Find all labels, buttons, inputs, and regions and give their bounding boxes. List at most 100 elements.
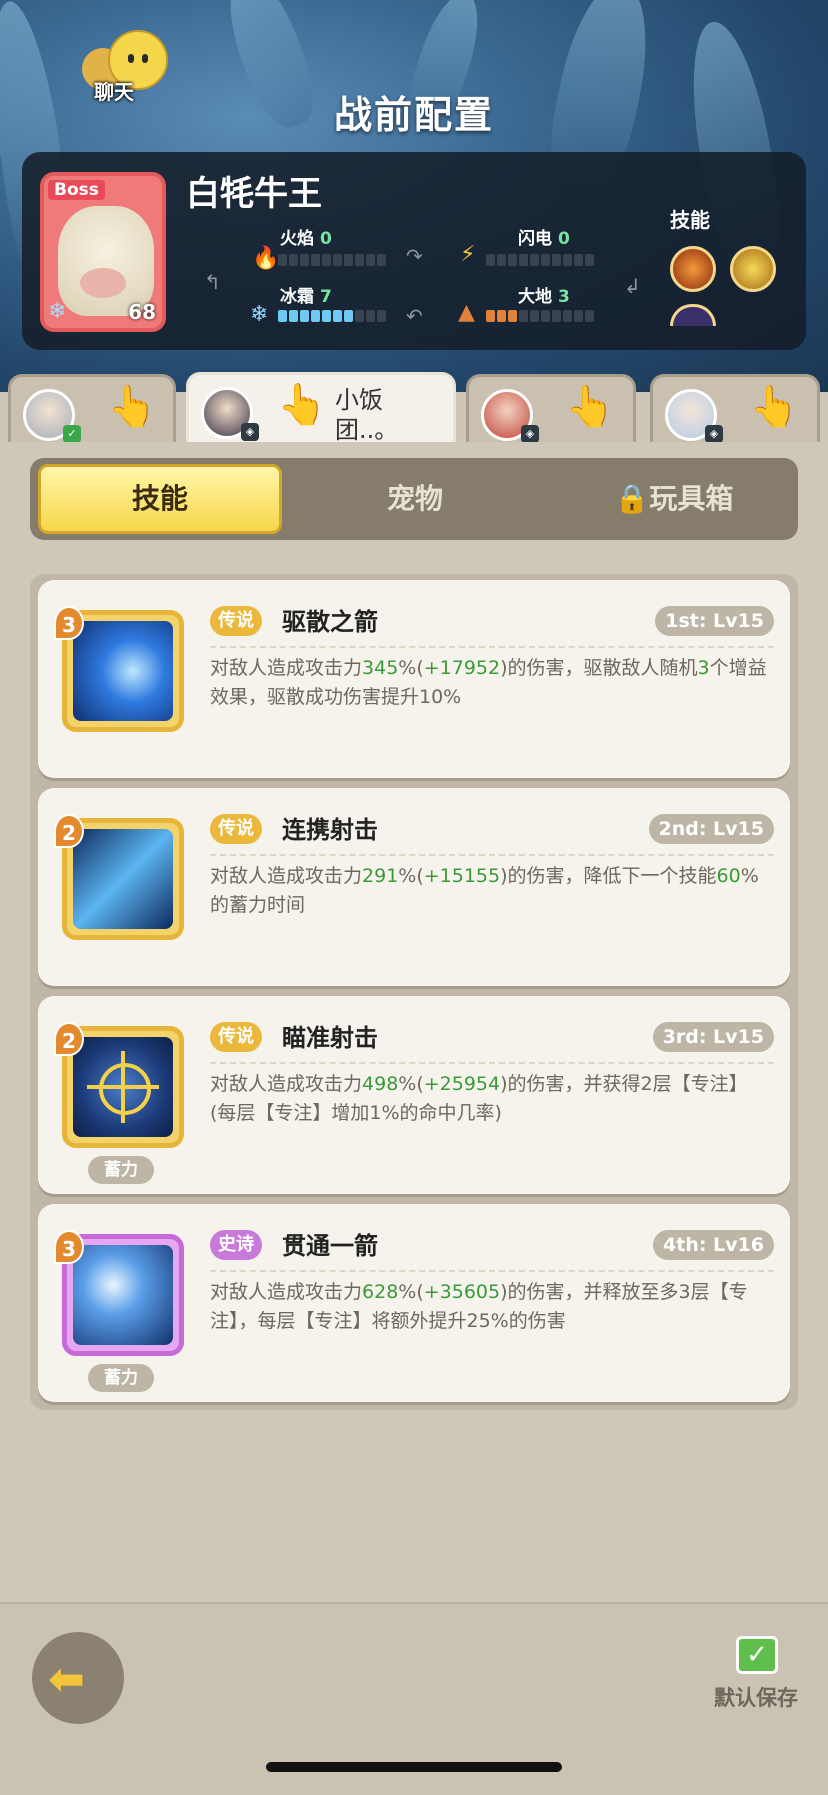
bar-segment (289, 254, 298, 266)
desc-text: )的伤害，降低下一个技能 (500, 865, 717, 887)
highlight-value: 345 (362, 657, 399, 679)
hero-tab-3[interactable]: ◈ 👆 (466, 374, 636, 446)
boss-name: 白牦牛王 (186, 174, 322, 214)
bar-segment (552, 310, 561, 322)
desc-text: %( (398, 1281, 424, 1303)
tab-pet[interactable]: 宠物 (340, 464, 490, 534)
highlight-value: +15155 (423, 865, 501, 887)
stat-fire: 火焰 0 (280, 229, 332, 249)
highlight-value: 3 (697, 657, 710, 679)
bar-segment (278, 254, 287, 266)
bar-segment (344, 310, 353, 322)
bar-segment (278, 310, 287, 322)
bar-segment (322, 310, 331, 322)
cycle-arrow-icon: ↰ (204, 270, 221, 294)
bar-segment (508, 310, 517, 322)
hero-badge-icon: ◈ (521, 425, 539, 443)
bar-segment (486, 310, 495, 322)
bar-segment (530, 254, 539, 266)
skill-level-badge: 3 (54, 606, 84, 640)
hero-badge-icon: ◈ (241, 423, 259, 441)
tap-hand-icon: 👆 (749, 384, 799, 430)
default-save-checkbox[interactable]: ✓ (736, 1636, 778, 1674)
skill-description: 对敌人造成攻击力628%(+35605)的伤害，并释放至多3层【专注】，每层【专… (210, 1278, 774, 1336)
skill-level-badge: 3 (54, 1230, 84, 1264)
highlight-value: 291 (362, 865, 399, 887)
tap-hand-icon: 👆 (107, 384, 157, 430)
bar-segment (541, 310, 550, 322)
earth-icon: ▲ (458, 300, 475, 325)
bar-segment (333, 254, 342, 266)
boss-level: 68 (128, 300, 156, 324)
skill-card[interactable]: 2 蓄力 传说 瞄准射击 3rd: Lv15 对敌人造成攻击力498%(+259… (38, 996, 790, 1194)
page-title: 战前配置 (333, 93, 494, 137)
lock-icon: 🔒 (614, 482, 650, 515)
skill-card[interactable]: 3 蓄力 史诗 贯通一箭 4th: Lv16 对敌人造成攻击力628%(+356… (38, 1204, 790, 1402)
desc-text: %( (398, 1073, 424, 1095)
back-button[interactable]: ⬅ (32, 1632, 124, 1724)
highlight-value: +17952 (423, 657, 501, 679)
bar-segment (563, 254, 572, 266)
bar-segment (366, 310, 375, 322)
snowflake-icon: ❄ (48, 299, 67, 324)
crosshair-icon (73, 1037, 173, 1137)
desc-text: %( (398, 865, 424, 887)
boss-portrait[interactable]: Boss ❄ 68 (40, 172, 166, 332)
boss-tag: Boss (48, 180, 105, 200)
desc-text: %( (398, 657, 424, 679)
skill-name: 瞄准射击 (282, 1024, 378, 1052)
rarity-badge: 传说 (210, 1022, 262, 1052)
hero-tab-1[interactable]: ✓ 👆 (8, 374, 176, 446)
stat-lightning: 闪电 0 (518, 229, 570, 249)
bar-segment (574, 254, 583, 266)
bar-segment (574, 310, 583, 322)
bar-segment (289, 310, 298, 322)
arrow-skill-icon (73, 621, 173, 721)
bar-segment (486, 254, 495, 266)
bar-segment (585, 254, 594, 266)
boss-skill-fire-icon[interactable] (670, 246, 716, 292)
rarity-badge: 史诗 (210, 1230, 262, 1260)
hero-badge-icon: ✓ (63, 425, 81, 443)
bar-segment (344, 254, 353, 266)
desc-text: 对敌人造成攻击力 (210, 865, 363, 887)
home-indicator[interactable] (266, 1762, 562, 1772)
skill-level-badge: 2 (54, 1022, 84, 1056)
bar-segment (377, 254, 386, 266)
skill-name: 贯通一箭 (282, 1232, 378, 1260)
bar-segment (497, 254, 506, 266)
bar-segment (508, 254, 517, 266)
earth-bar (486, 310, 594, 322)
skill-card[interactable]: 2 传说 连携射击 2nd: Lv15 对敌人造成攻击力291%(+15155)… (38, 788, 790, 986)
bar-segment (563, 310, 572, 322)
hero-tab-2[interactable]: ◈ 👆 小饭团..。 (186, 372, 456, 450)
cycle-arrow-icon: ↷ (406, 244, 423, 268)
cycle-arrow-icon: ↶ (406, 304, 423, 328)
bar-segment (333, 310, 342, 322)
bar-segment (355, 310, 364, 322)
lightning-icon: ⚡ (460, 242, 476, 267)
default-save-label: 默认保存 (714, 1686, 798, 1710)
highlight-value: +35605 (423, 1281, 501, 1303)
hero-name: 小饭团..。 (335, 386, 399, 444)
bar-segment (300, 254, 309, 266)
snowflake-icon: ❄ (250, 302, 269, 327)
tap-hand-icon: 👆 (565, 384, 615, 430)
tab-toy[interactable]: 🔒玩具箱 (584, 464, 764, 534)
rarity-badge: 传说 (210, 814, 262, 844)
skill-card[interactable]: 3 传说 驱散之箭 1st: Lv15 对敌人造成攻击力345%(+17952)… (38, 580, 790, 778)
desc-text: 对敌人造成攻击力 (210, 657, 363, 679)
desc-text: )的伤害，驱散敌人随机 (500, 657, 698, 679)
boss-skill-horn-icon[interactable] (730, 246, 776, 292)
tab-skill[interactable]: 技能 (38, 464, 282, 534)
stat-frost: 冰霜 7 (280, 287, 332, 307)
skill-rank: 1st: Lv15 (655, 606, 774, 636)
hero-tab-4[interactable]: ◈ 👆 (650, 374, 820, 446)
charge-tag: 蓄力 (88, 1156, 154, 1184)
bar-segment (300, 310, 309, 322)
bar-segment (585, 310, 594, 322)
highlight-value: 60 (716, 865, 741, 887)
desc-text: 对敌人造成攻击力 (210, 1281, 363, 1303)
check-icon: ✓ (746, 1640, 768, 1670)
skill-description: 对敌人造成攻击力291%(+15155)的伤害，降低下一个技能60%的蓄力时间 (210, 862, 774, 920)
